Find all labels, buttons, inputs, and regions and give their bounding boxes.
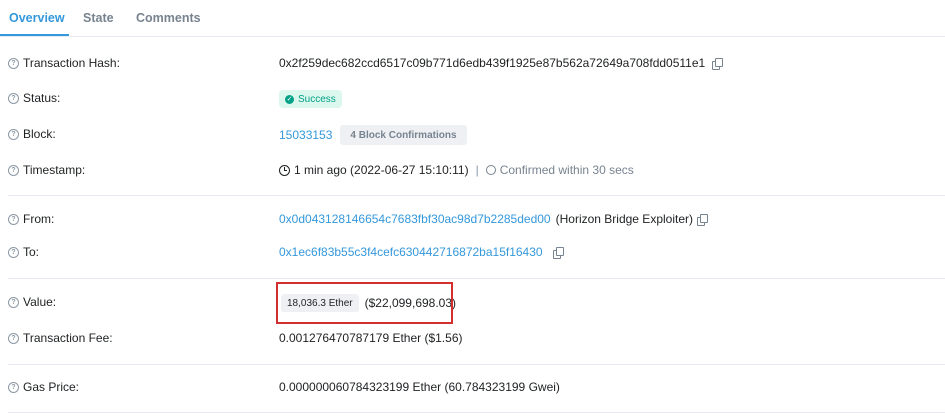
row-value: ? Value: 18,036.3 Ether ($22,099,698.03) — [0, 293, 945, 313]
status-label: Status: — [23, 91, 61, 105]
value-label: Value: — [23, 295, 57, 309]
question-circle-icon[interactable]: ? — [8, 164, 19, 176]
status-badge: ✓ Success — [279, 90, 342, 108]
tab-overview[interactable]: Overview — [9, 11, 65, 25]
timestamp-label: Timestamp: — [23, 163, 86, 177]
question-circle-icon[interactable]: ? — [8, 128, 19, 140]
question-circle-icon[interactable]: ? — [8, 57, 19, 69]
transaction-hash-label: Transaction Hash: — [23, 56, 120, 70]
check-circle-icon: ✓ — [285, 94, 294, 104]
from-address-link[interactable]: 0x0d043128146654c7683fbf30ac98d7b2285ded… — [279, 212, 551, 226]
row-transaction-fee: ? Transaction Fee: 0.001276470787179 Eth… — [0, 329, 945, 349]
transaction-hash-value: 0x2f259dec682ccd6517c09b771d6edb439f1925… — [279, 56, 706, 70]
tab-comments[interactable]: Comments — [136, 11, 201, 25]
copy-icon[interactable] — [552, 246, 564, 259]
divider — [8, 195, 945, 196]
question-circle-icon[interactable]: ? — [8, 296, 19, 308]
transaction-fee-label: Transaction Fee: — [23, 331, 113, 345]
confirmed-within: Confirmed within 30 secs — [499, 163, 634, 177]
divider — [8, 412, 945, 413]
row-block: ? Block: 15033153 4 Block Confirmations — [0, 125, 945, 145]
stopwatch-icon — [485, 165, 496, 175]
status-value: Success — [298, 93, 336, 105]
copy-icon[interactable] — [697, 213, 708, 226]
row-to: ? To: 0x1ec6f83b55c3f4cefc630442716872ba… — [0, 243, 945, 263]
tab-bar: Overview State Comments — [0, 0, 945, 37]
row-from: ? From: 0x0d043128146654c7683fbf30ac98d7… — [0, 210, 945, 230]
from-address-name: (Horizon Bridge Exploiter) — [555, 212, 693, 226]
divider — [8, 364, 945, 365]
copy-icon[interactable] — [712, 57, 724, 70]
block-label: Block: — [23, 127, 56, 141]
timestamp-separator: | — [475, 163, 479, 177]
to-label: To: — [23, 245, 40, 259]
question-circle-icon[interactable]: ? — [8, 332, 19, 344]
block-confirmations-badge: 4 Block Confirmations — [340, 125, 467, 145]
row-status: ? Status: ✓ Success — [0, 89, 945, 109]
gas-price-value: 0.000000060784323199 Ether (60.784323199… — [279, 380, 560, 394]
question-circle-icon[interactable]: ? — [8, 246, 19, 258]
tab-state[interactable]: State — [83, 11, 114, 25]
highlight-box — [276, 282, 453, 324]
transaction-fee-value: 0.001276470787179 Ether ($1.56) — [279, 331, 463, 345]
row-transaction-hash: ? Transaction Hash: 0x2f259dec682ccd6517… — [0, 54, 945, 74]
question-circle-icon[interactable]: ? — [8, 92, 19, 104]
to-address-link[interactable]: 0x1ec6f83b55c3f4cefc630442716872ba15f164… — [279, 245, 543, 259]
row-gas-price: ? Gas Price: 0.000000060784323199 Ether … — [0, 378, 945, 398]
timestamp-value: 1 min ago (2022-06-27 15:10:11) — [294, 163, 469, 177]
clock-icon — [279, 164, 290, 176]
gas-price-label: Gas Price: — [23, 380, 80, 394]
active-tab-indicator — [0, 34, 69, 36]
block-number-link[interactable]: 15033153 — [279, 128, 332, 142]
question-circle-icon[interactable]: ? — [8, 381, 19, 393]
row-timestamp: ? Timestamp: 1 min ago (2022-06-27 15:10… — [0, 161, 945, 181]
question-circle-icon[interactable]: ? — [8, 213, 19, 225]
divider — [8, 278, 945, 279]
from-label: From: — [23, 212, 55, 226]
